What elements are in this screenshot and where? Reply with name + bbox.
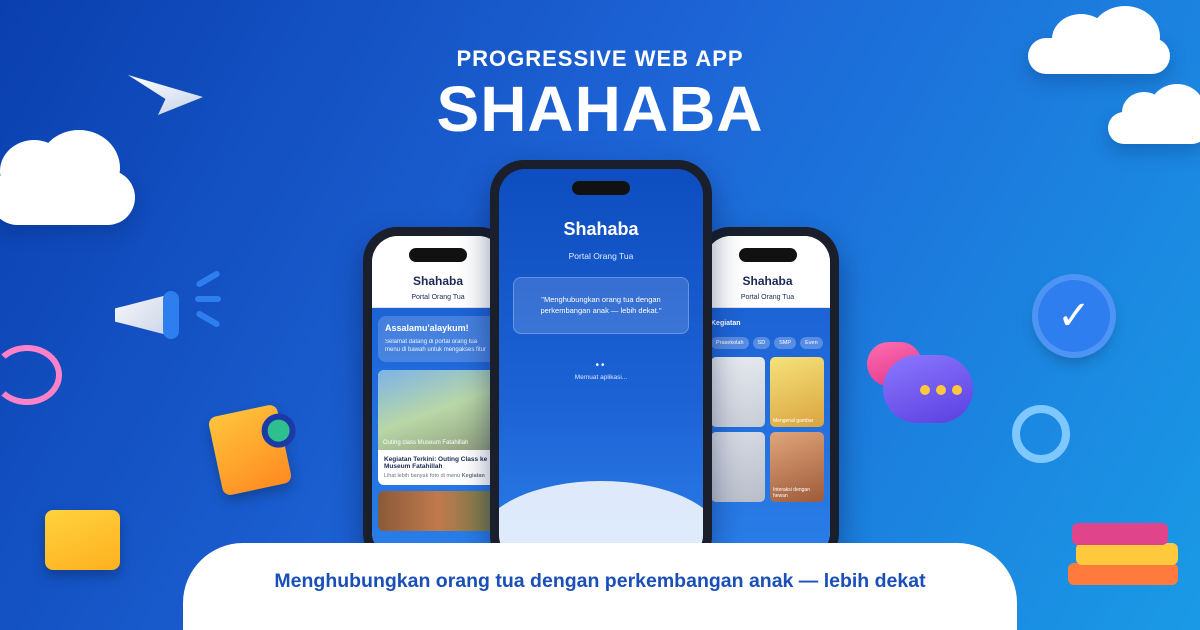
sound-waves-icon (195, 269, 235, 330)
photo-caption: Outing class Museum Fatahillah (383, 439, 469, 446)
gallery-tile[interactable]: Interaksi dengan hewan (770, 432, 824, 502)
screen-title: Shahaba (412, 274, 463, 288)
welcome-title: Assalamu'alaykum! (385, 323, 469, 333)
verified-badge-icon: ✓ (1038, 280, 1110, 352)
welcome-card: Assalamu'alaykum! Selamat datang di port… (378, 316, 498, 362)
tagline-text: Menghubungkan orang tua dengan perkemban… (274, 570, 926, 592)
chat-dots-icon (920, 385, 962, 395)
books-icon (1068, 500, 1178, 585)
cloud-icon (1028, 6, 1170, 74)
app-title: SHAHABA (436, 73, 764, 145)
news-link[interactable]: Kegiatan (462, 473, 485, 479)
screen-subtitle: Portal Orang Tua (411, 294, 465, 301)
loading-text: Memuat aplikasi... (574, 374, 628, 381)
section-label: Kegiatan (711, 320, 741, 327)
splash-subtitle: Portal Orang Tua (568, 251, 634, 261)
cloud-icon (1108, 84, 1200, 144)
gallery-tile[interactable] (711, 432, 765, 502)
activity-photo (378, 490, 498, 531)
filter-chip[interactable]: Prasekolah (711, 337, 749, 349)
filter-chip[interactable]: SMP (774, 337, 797, 349)
gallery-tile[interactable]: Mengenal gambar (770, 357, 824, 427)
phone-mockup-center: Shahaba Portal Orang Tua "Menghubungkan … (490, 160, 712, 570)
welcome-text: Selamat datang di portal orang tua menu … (385, 339, 487, 354)
activity-card[interactable]: Outing class Museum Fatahillah Kegiatan … (378, 369, 498, 485)
phone-mockup-right: Shahaba Portal Orang Tua Kegiatan Prasek… (696, 227, 839, 567)
news-text: Lihat lebih banyak foto di menu (384, 472, 461, 479)
gallery-tile[interactable] (711, 357, 765, 427)
document-search-icon (207, 403, 299, 497)
screen-subtitle: Portal Orang Tua (740, 294, 795, 301)
folder-icon (45, 510, 120, 570)
cloud-icon (0, 130, 135, 225)
tagline-bar: Menghubungkan orang tua dengan perkemban… (183, 543, 1017, 630)
spiral-icon (1012, 405, 1070, 463)
filter-chip[interactable]: SD (752, 337, 771, 349)
splash-title: Shahaba (563, 219, 639, 239)
filter-chip[interactable]: Even (800, 337, 823, 349)
splash-quote: "Menghubungkan orang tua dengan perkemba… (513, 277, 689, 334)
news-title: Kegiatan Terkini: Outing Class ke Museum… (384, 455, 488, 470)
megaphone-icon (105, 285, 185, 345)
activity-photo: Outing class Museum Fatahillah (378, 369, 498, 450)
screen-title: Shahaba (742, 274, 793, 288)
squiggle-icon (0, 345, 62, 405)
loading-dots-icon: •• (595, 360, 607, 371)
kicker-label: PROGRESSIVE WEB APP (456, 46, 744, 71)
